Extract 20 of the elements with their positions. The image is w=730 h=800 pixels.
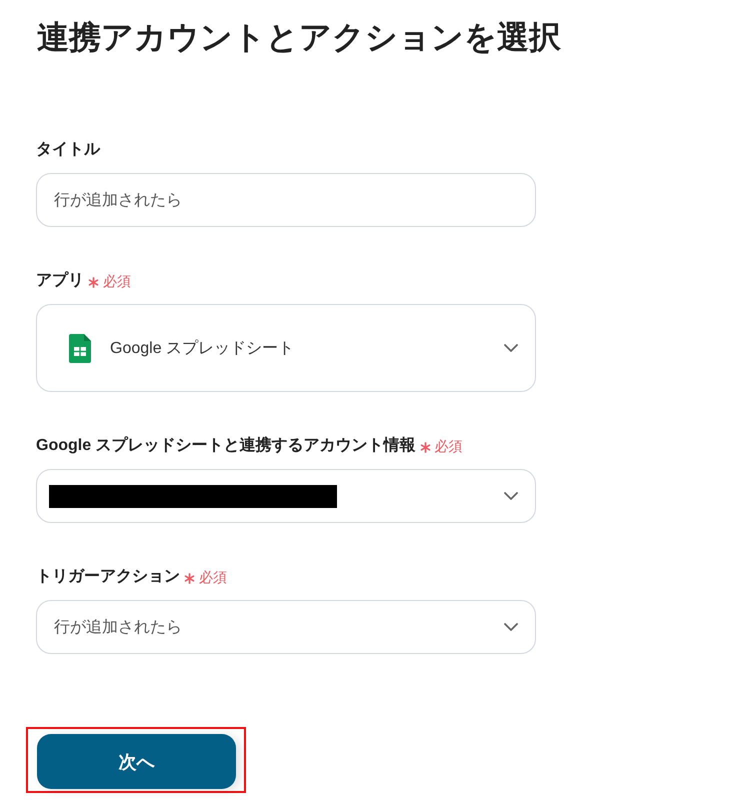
field-label: トリガーアクション (36, 567, 180, 587)
required-label: 必須 (199, 568, 227, 587)
chevron-down-icon (504, 344, 518, 352)
required-label: 必須 (103, 272, 131, 291)
asterisk-icon (184, 573, 195, 584)
asterisk-icon (420, 442, 431, 453)
page-title: 連携アカウントとアクションを選択 (37, 18, 561, 57)
text-input[interactable]: 行が追加されたら (36, 173, 536, 227)
field-label: Google スプレッドシートと連携するアカウント情報 (36, 435, 416, 456)
dropdown-field[interactable] (36, 469, 536, 523)
spreadsheet-icon (69, 334, 91, 362)
chevron-down-icon (504, 623, 518, 631)
field-label: タイトル (36, 140, 100, 160)
next-button[interactable]: 次へ (37, 734, 236, 789)
dropdown-field[interactable]: 行が追加されたら (36, 600, 536, 654)
field-label: アプリ (36, 270, 84, 291)
required-label: 必須 (434, 437, 463, 456)
chevron-down-icon (504, 492, 518, 500)
dropdown-field[interactable]: Google スプレッドシート (36, 304, 536, 392)
asterisk-icon (88, 277, 99, 288)
